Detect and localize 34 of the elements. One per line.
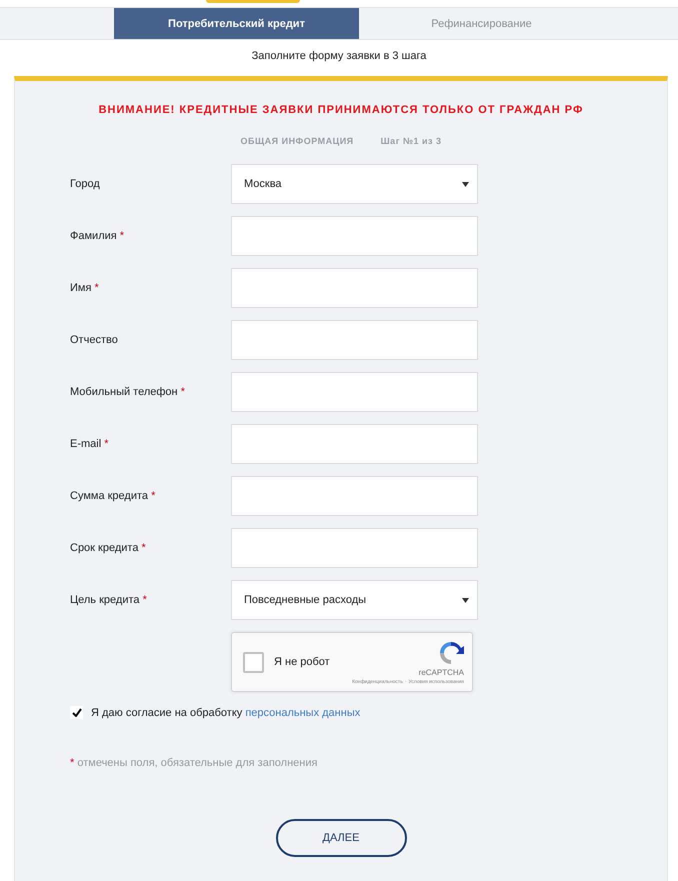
next-button[interactable]: ДАЛЕЕ: [276, 819, 406, 857]
tab[interactable]: Потребительский кредит: [114, 8, 359, 39]
field-label: Отчество: [70, 334, 119, 346]
input-field[interactable]: [231, 476, 478, 516]
field-label: Цель кредита *: [70, 594, 148, 606]
input-field[interactable]: [231, 268, 478, 308]
consent-checkbox[interactable]: [70, 706, 83, 719]
input-field[interactable]: [231, 372, 478, 412]
select-field[interactable]: Повседневные расходы: [231, 580, 478, 620]
personal-data-link[interactable]: персональных данных: [245, 706, 360, 718]
field-label: Город: [70, 178, 101, 190]
field-label: Сумма кредита *: [70, 490, 156, 502]
select-field[interactable]: Москва: [231, 164, 478, 204]
field-label: Мобильный телефон *: [70, 386, 186, 398]
field-label: Фамилия *: [70, 230, 126, 242]
field-label: Имя *: [70, 282, 100, 294]
caret-icon: [462, 182, 469, 186]
recaptcha-logo-icon: [438, 640, 464, 666]
section-title: ОБЩАЯ ИНФОРМАЦИЯ: [240, 136, 354, 146]
consent-text: Я даю согласие на обработку персональных данных: [91, 706, 360, 718]
input-field[interactable]: [231, 216, 478, 256]
captcha-label: Я не робот: [274, 656, 331, 668]
input-field[interactable]: [231, 528, 478, 568]
input-field[interactable]: [231, 424, 478, 464]
caret-icon: [462, 598, 469, 602]
field-label: Срок кредита *: [70, 542, 147, 554]
step-counter: Шаг №1 из 3: [380, 136, 442, 146]
captcha-checkbox[interactable]: [243, 652, 264, 672]
field-label: E-mail *: [70, 438, 110, 450]
warning-text: ВНИМАНИЕ! КРЕДИТНЫЕ ЗАЯВКИ ПРИНИМАЮТСЯ ТОЛЬКО ОТ ГРАЖДАН РФ: [98, 104, 584, 116]
subtitle: Заполните форму заявки в 3 шага: [250, 49, 428, 64]
required-note: * отмечены поля, обязательные для заполнения: [70, 757, 318, 769]
captcha-brand: reCAPTCHA: [418, 668, 464, 676]
input-field[interactable]: [231, 320, 478, 360]
